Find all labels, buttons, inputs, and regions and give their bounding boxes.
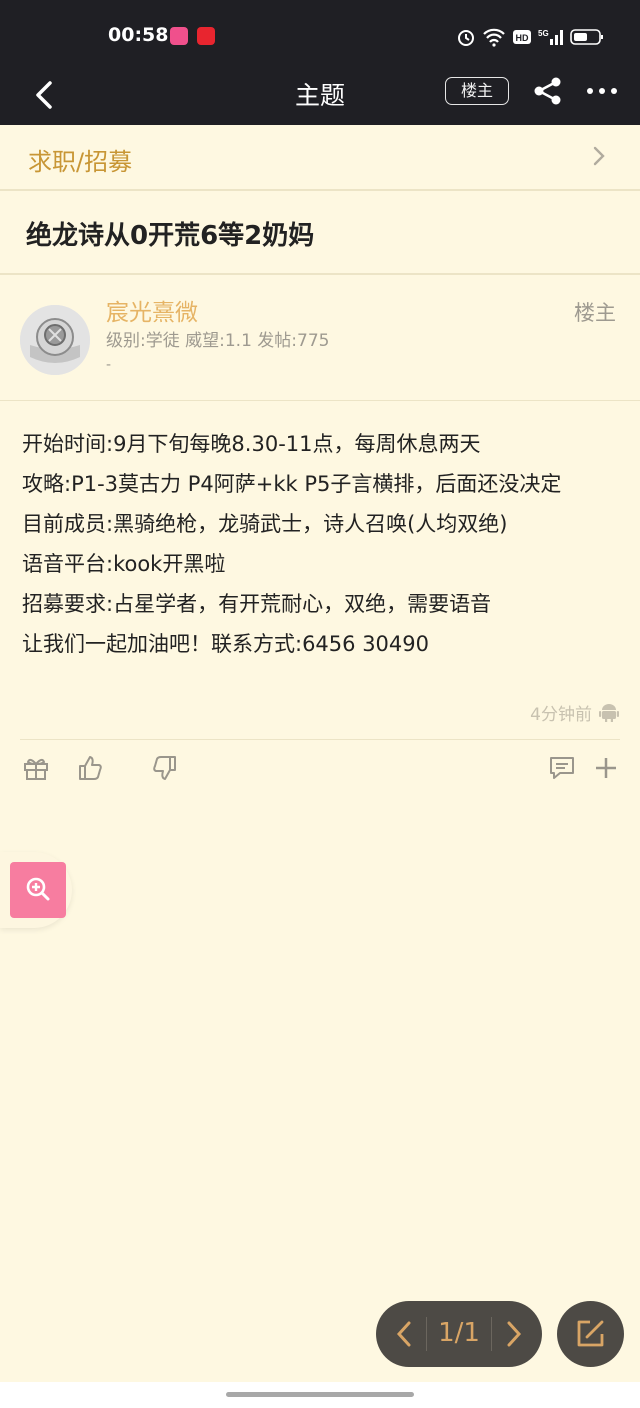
plus-icon[interactable] [592,754,620,782]
comment-icon[interactable] [548,754,576,782]
post-line: 语音平台:kook开黑啦 [22,552,226,576]
hd-icon: HD [513,30,531,44]
op-tag: 楼主 [574,301,616,325]
page-indicator[interactable]: 1/1 [428,1318,490,1348]
pager-divider [426,1317,427,1351]
news-app-icon [197,27,215,45]
thumbs-down-icon[interactable] [151,754,179,782]
board-label: 求职/招募 [28,148,133,176]
edit-icon [577,1320,604,1347]
share-icon[interactable] [532,76,564,106]
chevron-right-icon [593,146,605,166]
post-line: 开始时间:9月下旬每晚8.30-11点，每周休息两天 [22,432,481,456]
post-line: 招募要求:占星学者，有开荒耐心，双绝，需要语音 [22,592,492,616]
compose-button[interactable] [557,1301,624,1367]
author-header: 宸光熹微 级别:学徒 威望:1.1 发帖:775 - 楼主 [0,275,640,401]
only-op-button[interactable]: 楼主 [445,77,509,105]
post-actions [20,739,620,796]
battery-icon [570,29,603,45]
lofter-app-icon [170,27,188,45]
nav-bar: 主题 楼主 [0,70,640,125]
status-bar: 00:58 HD 5G [0,0,640,70]
pager-divider [491,1317,492,1351]
avatar[interactable] [20,305,90,375]
zoom-in-icon [26,877,50,901]
post-content: 开始时间:9月下旬每晚8.30-11点，每周休息两天 攻略:P1-3莫古力 P4… [22,424,622,664]
alarm-icon [458,30,474,46]
post-line: 攻略:P1-3莫古力 P4阿萨+kk P5子言横排，后面还没决定 [22,472,562,496]
svg-text:5G: 5G [538,29,549,38]
android-icon [599,704,619,722]
gift-icon[interactable] [22,754,50,782]
thread-title: 绝龙诗从0开荒6等2奶妈 [26,221,315,251]
author-stats: 级别:学徒 威望:1.1 发帖:775 [106,331,330,351]
board-link[interactable]: 求职/招募 [0,125,640,191]
post-line: 让我们一起加油吧！联系方式:6456 30490 [22,632,429,656]
author-name[interactable]: 宸光熹微 [106,293,198,327]
author-signature: - [106,357,112,373]
pager: 1/1 [376,1301,542,1367]
more-icon[interactable] [586,86,618,96]
post-time: 4分钟前 [530,704,592,725]
home-indicator[interactable] [226,1392,414,1397]
wifi-icon [483,28,505,47]
signal-5g-icon: 5G [538,29,563,45]
zoom-button[interactable] [10,862,66,918]
thread-title-section: 绝龙诗从0开荒6等2奶妈 [0,191,640,275]
next-page-icon[interactable] [504,1319,524,1349]
zoom-fab[interactable] [0,852,72,928]
status-time: 00:58 [108,24,169,46]
gesture-bar [0,1382,640,1408]
svg-text:HD: HD [516,33,529,43]
post-line: 目前成员:黑骑绝枪，龙骑武士，诗人召唤(人均双绝) [22,512,508,536]
post-meta: 4分钟前 [530,698,620,726]
thumbs-up-icon[interactable] [76,754,104,782]
status-icons: HD 5G [456,26,604,48]
prev-page-icon[interactable] [394,1319,414,1349]
